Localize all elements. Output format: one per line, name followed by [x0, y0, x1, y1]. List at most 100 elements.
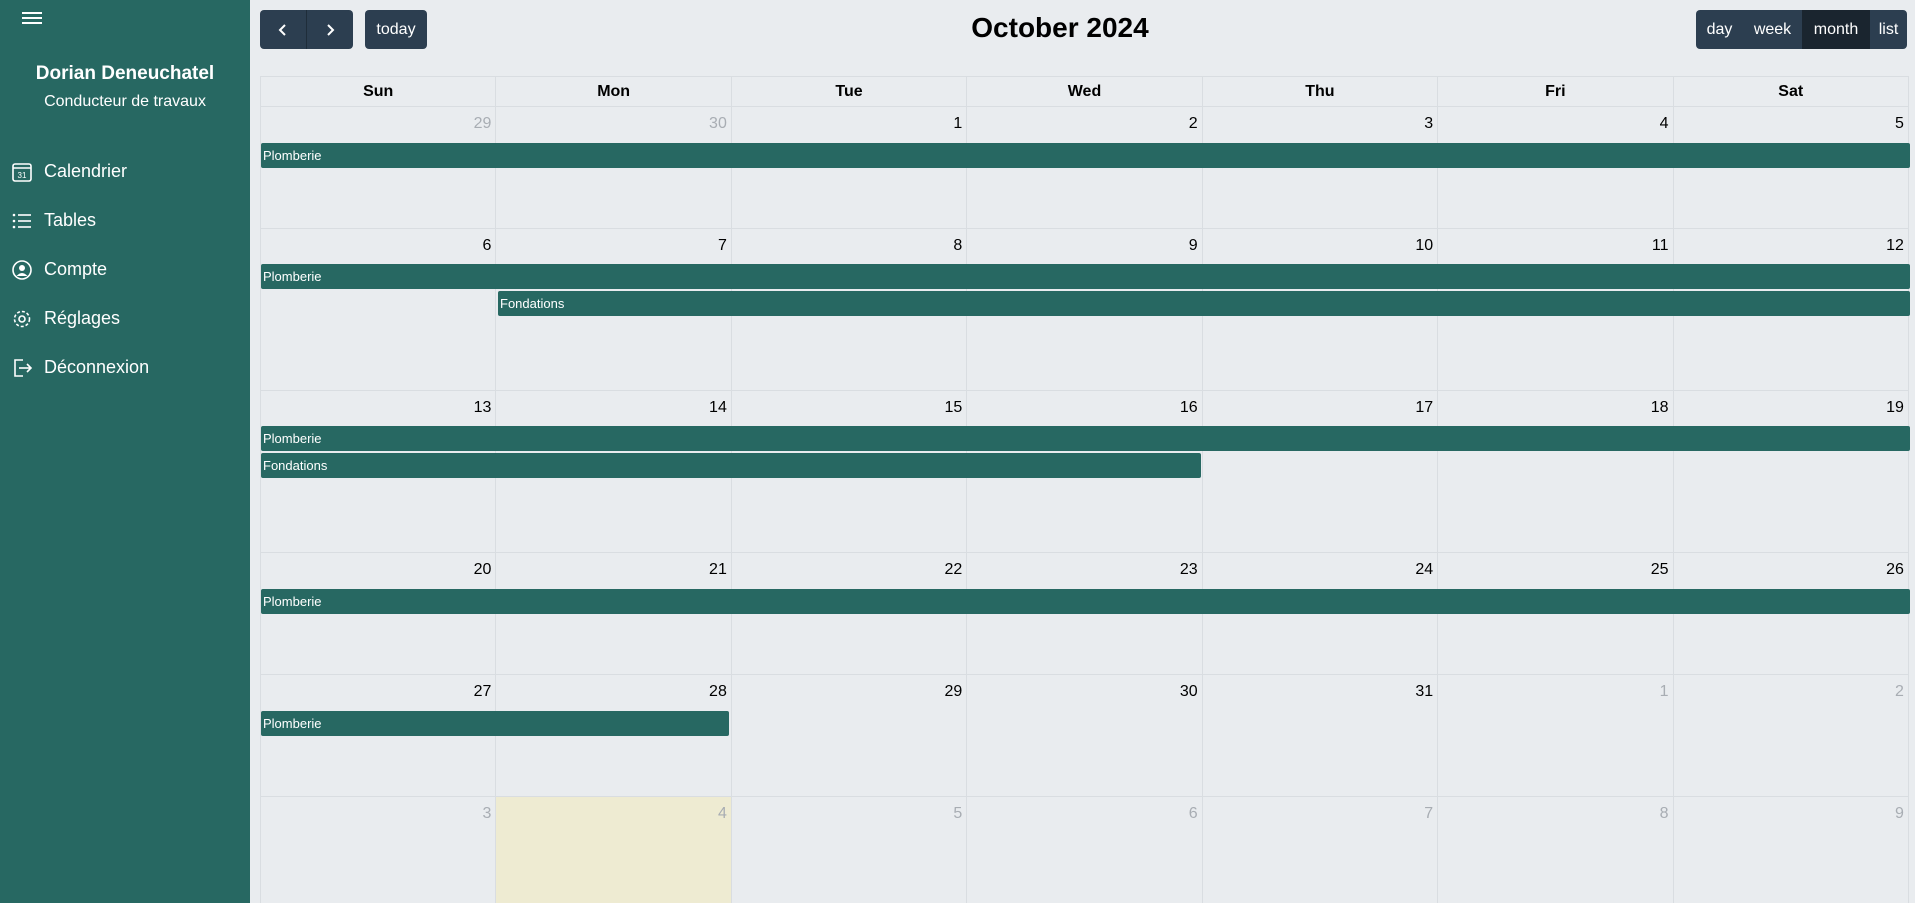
main-area: today October 2024 day week month list S… [250, 0, 1915, 903]
day-number: 19 [1886, 399, 1904, 416]
day-cell[interactable]: 3 [261, 797, 495, 903]
calendar-grid: Sun Mon Tue Wed Thu Fri Sat 29 30 1 2 3 … [260, 76, 1910, 903]
day-number: 13 [473, 399, 492, 416]
event-plomberie[interactable]: Plomberie [261, 589, 1910, 614]
gear-icon [11, 308, 33, 330]
day-cell[interactable]: 29 [730, 675, 966, 796]
account-icon [11, 259, 33, 281]
calendar-icon: 31 [11, 161, 33, 183]
day-cell-today[interactable]: 4 [495, 797, 731, 903]
day-number: 2 [1895, 683, 1904, 700]
day-number: 31 [1415, 683, 1434, 700]
weekday-label: Wed [966, 77, 1201, 106]
sidebar-item-deconnexion[interactable]: Déconnexion [0, 343, 250, 392]
day-number: 10 [1415, 237, 1434, 254]
day-cell[interactable]: 9 [1672, 797, 1908, 903]
week-row: 27 28 29 30 31 1 2 Plomberie [261, 675, 1908, 797]
day-cell[interactable]: 30 [966, 675, 1201, 796]
event-fondations[interactable]: Fondations [261, 453, 1201, 478]
weekday-label: Mon [495, 77, 730, 106]
event-fondations[interactable]: Fondations [498, 291, 1910, 316]
day-cell[interactable]: 5 [730, 797, 966, 903]
day-number: 16 [1179, 399, 1198, 416]
day-cell[interactable]: 6 [966, 797, 1201, 903]
week-row: 6 7 8 9 10 11 12 Plomberie Fondations [261, 229, 1910, 391]
day-number: 12 [1886, 237, 1904, 254]
day-number: 7 [717, 237, 727, 254]
event-plomberie[interactable]: Plomberie [261, 426, 1910, 451]
weekday-label: Tue [730, 77, 966, 106]
week-row: 13 14 15 16 17 18 19 Plomberie Fondation… [261, 391, 1910, 553]
day-number: 8 [1659, 805, 1669, 822]
day-number: 18 [1650, 399, 1669, 416]
day-cell[interactable]: 19 [1672, 391, 1908, 552]
view-month-button[interactable]: month [1802, 10, 1870, 49]
day-number: 14 [709, 399, 727, 416]
weekday-label: Thu [1201, 77, 1437, 106]
event-plomberie[interactable]: Plomberie [261, 143, 1910, 168]
sidebar-item-label: Calendrier [44, 161, 128, 181]
day-number: 28 [709, 683, 727, 700]
day-number: 17 [1415, 399, 1434, 416]
day-number: 8 [953, 237, 963, 254]
sidebar-item-label: Déconnexion [44, 357, 150, 377]
day-number: 9 [1895, 805, 1904, 822]
list-icon [11, 210, 33, 232]
sidebar-item-tables[interactable]: Tables [0, 196, 250, 245]
week-row: 29 30 1 2 3 4 5 Plomberie [261, 107, 1910, 229]
day-cell[interactable]: 2 [1672, 675, 1908, 796]
day-number: 29 [473, 115, 492, 132]
sidebar-item-label: Réglages [44, 308, 121, 328]
day-number: 4 [1659, 115, 1669, 132]
day-cell[interactable]: 18 [1437, 391, 1672, 552]
hamburger-menu-icon[interactable] [22, 12, 42, 26]
day-cell[interactable]: 1 [1437, 675, 1672, 796]
sidebar: Dorian Deneuchatel Conducteur de travaux… [0, 0, 250, 903]
sidebar-item-compte[interactable]: Compte [0, 245, 250, 294]
day-number: 20 [473, 561, 492, 578]
user-role: Conducteur de travaux [44, 93, 206, 110]
week-row: 20 21 22 23 24 25 26 Plomberie [261, 553, 1910, 675]
sidebar-item-label: Tables [44, 210, 97, 230]
day-cell[interactable]: 7 [1201, 797, 1437, 903]
view-switcher: day week month list [1696, 10, 1907, 49]
day-number: 21 [709, 561, 727, 578]
weekday-header: Sun Mon Tue Wed Thu Fri Sat [261, 77, 1908, 107]
day-number: 25 [1650, 561, 1669, 578]
day-number: 15 [944, 399, 963, 416]
day-number: 11 [1651, 237, 1669, 254]
day-number: 30 [1179, 683, 1198, 700]
day-number: 29 [944, 683, 963, 700]
day-number: 6 [482, 237, 492, 254]
event-plomberie[interactable]: Plomberie [261, 264, 1910, 289]
day-number: 5 [953, 805, 963, 822]
day-cell[interactable]: 8 [1437, 797, 1672, 903]
svg-text:31: 31 [18, 171, 27, 180]
weekday-label: Fri [1437, 77, 1672, 106]
event-plomberie[interactable]: Plomberie [261, 711, 729, 736]
day-number: 26 [1886, 561, 1904, 578]
day-number: 5 [1895, 115, 1904, 132]
day-number: 7 [1424, 805, 1434, 822]
sidebar-item-reglages[interactable]: Réglages [0, 294, 250, 343]
day-cell[interactable]: 6 [261, 229, 495, 390]
weekday-label: Sat [1672, 77, 1908, 106]
day-cell[interactable]: 31 [1201, 675, 1437, 796]
view-list-button[interactable]: list [1870, 10, 1907, 49]
sidebar-item-calendrier[interactable]: 31 Calendrier [0, 147, 250, 196]
view-week-button[interactable]: week [1743, 10, 1802, 49]
day-number: 23 [1179, 561, 1198, 578]
day-number: 22 [944, 561, 963, 578]
day-number: 6 [1188, 805, 1198, 822]
week-row: 3 4 5 6 7 8 9 [261, 797, 1908, 903]
day-number: 27 [473, 683, 492, 700]
weekday-label: Sun [363, 83, 394, 100]
day-number: 4 [717, 805, 727, 822]
day-number: 30 [709, 115, 727, 132]
day-cell[interactable]: 17 [1201, 391, 1437, 552]
logout-icon [11, 357, 33, 379]
sidebar-nav: 31 Calendrier Tables Compte Réglages Déc… [0, 147, 250, 392]
view-day-button[interactable]: day [1696, 10, 1743, 49]
day-number: 1 [953, 115, 963, 132]
calendar-title: October 2024 [971, 12, 1149, 43]
